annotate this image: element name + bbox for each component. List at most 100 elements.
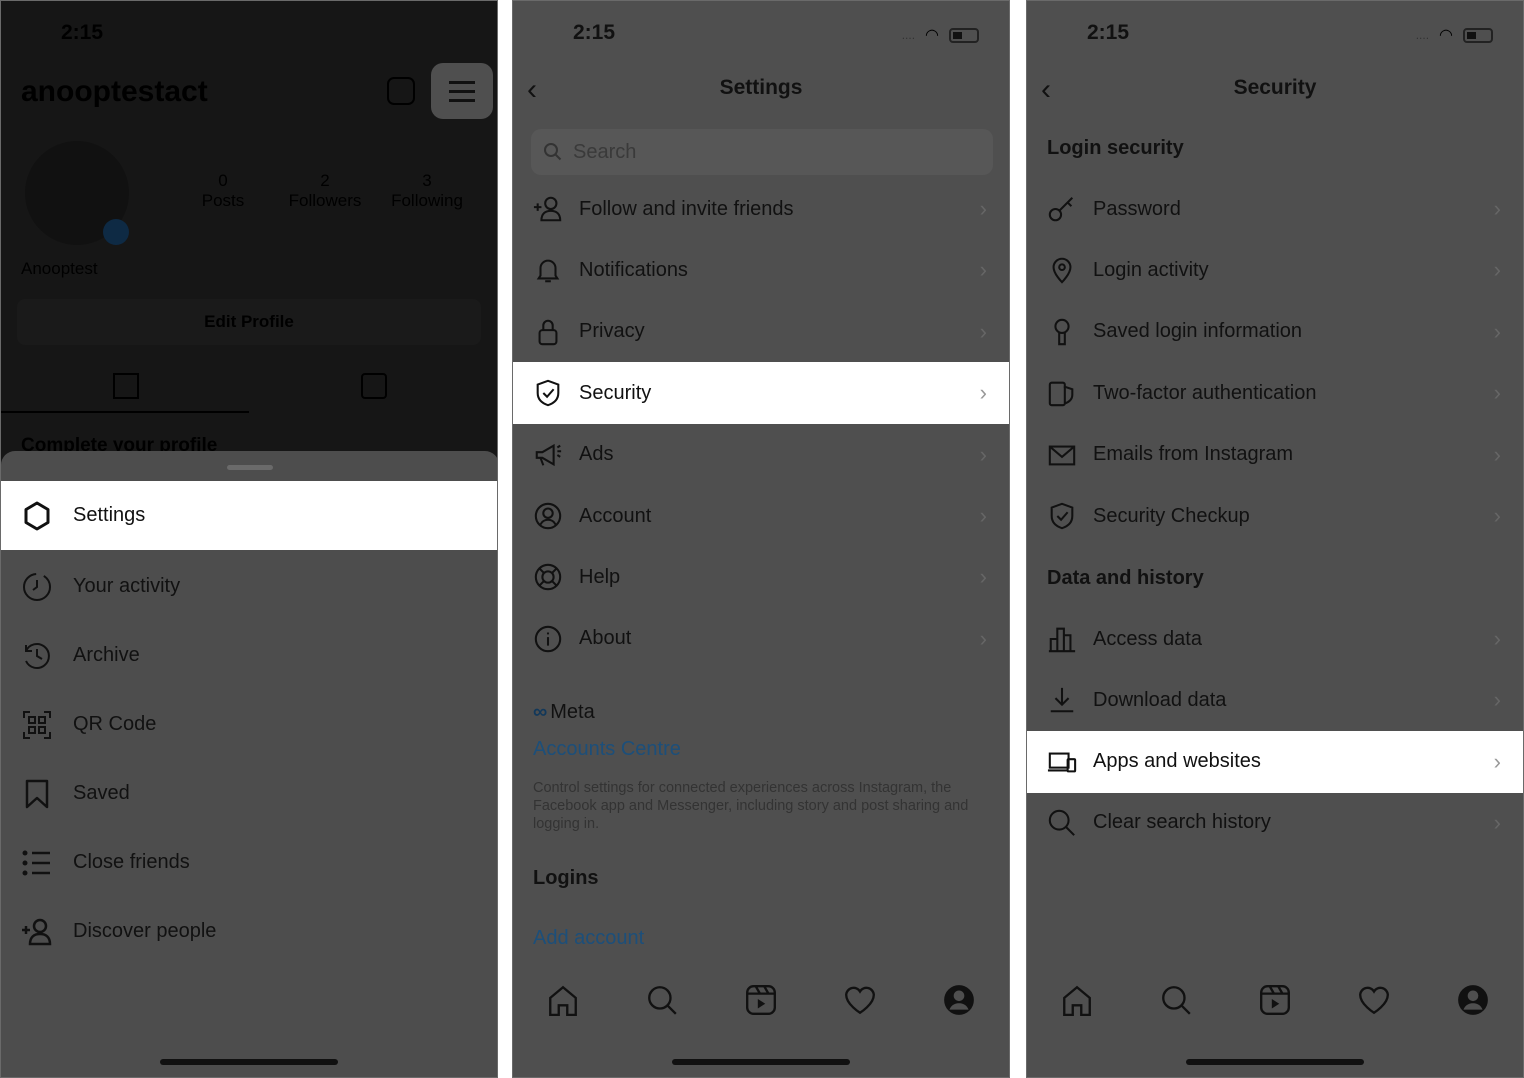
home-icon[interactable] [1060, 983, 1094, 1017]
keyhole-icon [1054, 318, 1070, 346]
info-icon [534, 625, 562, 653]
menu-item-label: Discover people [73, 920, 217, 942]
status-icons: .... ◠ [902, 25, 979, 45]
reels-icon[interactable] [744, 983, 778, 1017]
shield-icon [536, 379, 560, 407]
menu-item-archive[interactable]: Archive [1, 621, 497, 690]
settings-item-about[interactable]: About › [513, 608, 1009, 670]
menu-item-saved[interactable]: Saved [1, 759, 497, 828]
menu-item-settings[interactable]: Settings [1, 481, 497, 550]
heart-icon[interactable] [843, 983, 877, 1017]
security-item-login-activity[interactable]: Login activity › [1027, 239, 1523, 301]
meta-logo: ∞ Meta [533, 701, 595, 723]
new-post-icon[interactable] [387, 77, 415, 105]
mail-icon [1048, 445, 1076, 465]
search-icon [1048, 809, 1075, 836]
search-input[interactable]: Search [531, 129, 993, 175]
settings-item-ads[interactable]: Ads › [513, 424, 1009, 486]
row-label: Password [1093, 197, 1181, 220]
add-person-icon [22, 918, 52, 945]
lock-icon [538, 319, 558, 346]
add-person-icon [533, 196, 562, 222]
username[interactable]: anooptestact [21, 75, 208, 109]
status-time: 2:15 [61, 21, 104, 44]
chevron-right-icon: › [979, 380, 987, 406]
menu-item-close-friends[interactable]: Close friends [1, 828, 497, 897]
chevron-right-icon: › [979, 257, 987, 283]
row-label: Saved login information [1093, 320, 1303, 343]
settings-item-security[interactable]: Security › [513, 362, 1009, 425]
chevron-right-icon: › [1493, 748, 1501, 774]
security-item-apps-and-websites[interactable]: Apps and websites › [1027, 730, 1523, 793]
heart-icon[interactable] [1357, 983, 1391, 1017]
chevron-right-icon: › [979, 196, 987, 221]
search-icon[interactable] [645, 983, 679, 1017]
bookmark-icon [25, 779, 49, 808]
security-item-two-factor-authentication[interactable]: Two-factor authentication › [1027, 362, 1523, 424]
profile-panel: 2:15 anooptestact 0 Posts 2 Followers 3 Fol… [0, 0, 498, 1078]
accounts-centre-link[interactable]: Accounts Centre [533, 738, 681, 761]
menu-item-discover-people[interactable]: Discover people [1, 897, 497, 966]
posts-stat: 0 Posts [201, 171, 245, 210]
meta-description: Control settings for connected experienc… [533, 780, 969, 832]
key-icon [1048, 197, 1074, 222]
profile-icon[interactable] [942, 983, 976, 1017]
tagged-tab-icon[interactable] [361, 373, 387, 399]
settings-item-follow-and-invite-friends[interactable]: Follow and invite friends › [513, 178, 1009, 240]
grid-tab-icon[interactable] [113, 373, 139, 399]
row-label: Login activity [1093, 258, 1209, 281]
security-item-clear-search-history[interactable]: Clear search history › [1027, 792, 1523, 854]
page-title: Settings [719, 76, 803, 99]
bar-chart-icon [1048, 627, 1076, 653]
row-label: Security [579, 381, 652, 404]
security-item-emails-from-instagram[interactable]: Emails from Instagram › [1027, 424, 1523, 486]
following-stat[interactable]: 3 Following [385, 171, 469, 211]
chevron-right-icon: › [1493, 503, 1501, 528]
menu-item-your-activity[interactable]: Your activity [1, 552, 497, 621]
menu-item-label: Close friends [73, 851, 190, 873]
status-time: 2:15 [573, 21, 616, 44]
settings-item-account[interactable]: Account › [513, 485, 1009, 547]
sheet-handle[interactable] [227, 465, 273, 470]
reels-icon[interactable] [1258, 983, 1292, 1017]
add-account-link[interactable]: Add account [533, 927, 644, 950]
display-name: Anooptest [21, 259, 98, 278]
security-item-saved-login-information[interactable]: Saved login information › [1027, 301, 1523, 363]
edit-profile-button[interactable]: Edit Profile [17, 299, 481, 345]
chevron-right-icon: › [979, 441, 987, 467]
add-story-icon[interactable] [103, 219, 129, 245]
menu-item-label: Saved [73, 782, 130, 804]
row-label: Two-factor authentication [1093, 381, 1317, 404]
bottom-nav [1027, 983, 1523, 1017]
bottom-nav [513, 983, 1009, 1017]
security-item-password[interactable]: Password › [1027, 178, 1523, 240]
menu-item-qr-code[interactable]: QR Code [1, 690, 497, 759]
login-security-header: Login security [1047, 137, 1184, 159]
profile-icon[interactable] [1456, 983, 1490, 1017]
chevron-right-icon: › [1493, 380, 1501, 406]
home-icon[interactable] [546, 983, 580, 1017]
chevron-right-icon: › [1493, 687, 1501, 713]
home-indicator [160, 1059, 338, 1065]
devices-icon [1047, 752, 1077, 772]
settings-item-help[interactable]: Help › [513, 546, 1009, 608]
row-label: Security Checkup [1093, 504, 1250, 527]
status-time: 2:15 [1087, 21, 1130, 44]
wifi-icon: ◠ [925, 27, 939, 44]
menu-button[interactable] [431, 63, 493, 119]
logins-header: Logins [533, 867, 599, 889]
followers-stat[interactable]: 2 Followers [281, 171, 369, 211]
security-item-access-data[interactable]: Access data › [1027, 608, 1523, 670]
qr-code-icon [23, 710, 51, 739]
settings-item-privacy[interactable]: Privacy › [513, 301, 1009, 363]
chevron-right-icon: › [979, 318, 987, 344]
menu-item-label: QR Code [73, 713, 157, 735]
search-icon[interactable] [1159, 983, 1193, 1017]
chevron-right-icon: › [1493, 196, 1501, 221]
security-item-download-data[interactable]: Download data › [1027, 669, 1523, 731]
chevron-right-icon: › [1493, 318, 1501, 344]
row-label: Download data [1093, 688, 1227, 711]
activity-icon [23, 572, 51, 601]
settings-item-notifications[interactable]: Notifications › [513, 239, 1009, 301]
security-item-security-checkup[interactable]: Security Checkup › [1027, 485, 1523, 547]
